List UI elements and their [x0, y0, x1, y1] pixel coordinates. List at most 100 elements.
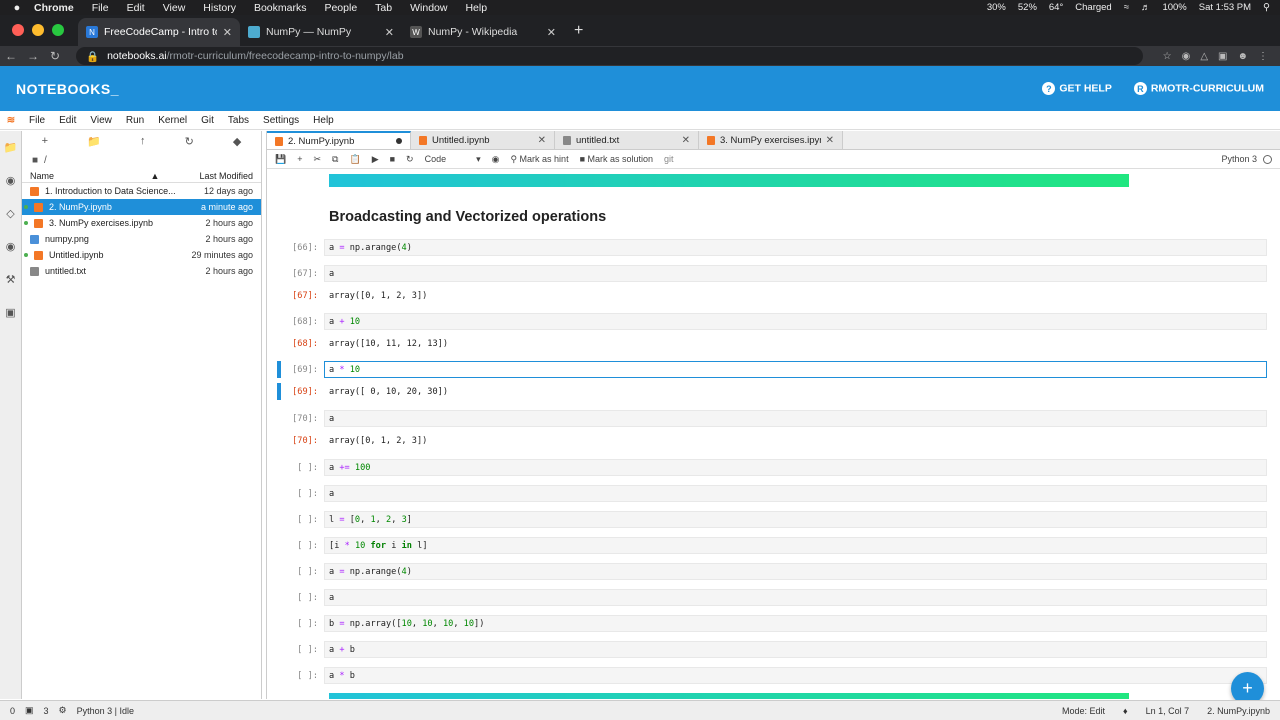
cell-editor[interactable]: a * 10	[324, 361, 1267, 378]
jlab-menu-settings[interactable]: Settings	[256, 115, 306, 126]
cell-editor[interactable]: a	[324, 410, 1267, 427]
folder-icon[interactable]: ■	[32, 155, 38, 166]
wrench-icon[interactable]: ⚒	[6, 273, 16, 286]
sort-caret-icon[interactable]: ▲	[151, 171, 160, 181]
document-tab[interactable]: untitled.txt ✕	[555, 131, 699, 149]
menubar-item-window[interactable]: Window	[410, 2, 447, 14]
menubar-item-view[interactable]: View	[163, 2, 186, 14]
code-cell[interactable]: [ ]: a + b	[277, 641, 1267, 658]
restart-icon[interactable]: ↻	[406, 154, 414, 165]
refresh-icon[interactable]: ↻	[185, 135, 194, 148]
cell-editor[interactable]: l = [0, 1, 2, 3]	[324, 511, 1267, 528]
status-zero[interactable]: 0	[10, 706, 15, 716]
browser-tab[interactable]: NumPy — NumPy ✕	[240, 18, 402, 46]
chrome-menu-icon[interactable]: ⋮	[1258, 51, 1268, 62]
menubar-item-bookmarks[interactable]: Bookmarks	[254, 2, 307, 14]
file-list-item[interactable]: 2. NumPy.ipynb a minute ago	[22, 199, 261, 215]
zoom-window-button[interactable]	[52, 24, 64, 36]
back-icon[interactable]: ←	[0, 49, 22, 63]
cell-editor[interactable]: b = np.array([10, 10, 10, 10])	[324, 615, 1267, 632]
reload-icon[interactable]: ↻	[44, 49, 66, 63]
upload-icon[interactable]: ↑	[140, 135, 146, 147]
breadcrumb-path[interactable]: /	[44, 155, 47, 166]
code-cell[interactable]: [ ]: [i * 10 for i in l]	[277, 537, 1267, 554]
extension-icon[interactable]: ▣	[1218, 51, 1227, 62]
code-cell[interactable]: [ ]: a = np.arange(4)	[277, 563, 1267, 580]
menubar-item-history[interactable]: History	[203, 2, 236, 14]
terminal-icon[interactable]: ▣	[25, 705, 34, 716]
document-tab[interactable]: Untitled.ipynb ✕	[411, 131, 555, 149]
code-cell[interactable]: [ ]: a	[277, 485, 1267, 502]
tabs-icon[interactable]: ▣	[5, 306, 15, 319]
code-cell[interactable]: [68]: a + 10	[277, 313, 1267, 330]
unsaved-indicator-icon[interactable]	[396, 138, 402, 144]
wifi-icon[interactable]: ≈	[1124, 2, 1129, 13]
cursor-position[interactable]: Ln 1, Col 7	[1146, 706, 1190, 716]
code-cell[interactable]: [67]: a	[277, 265, 1267, 282]
code-cell[interactable]: [66]: a = np.arange(4)	[277, 239, 1267, 256]
jlab-menu-git[interactable]: Git	[194, 115, 221, 126]
git-button[interactable]: git	[664, 154, 674, 164]
cell-type-select[interactable]: Code ▾	[425, 154, 481, 165]
file-list-item[interactable]: 3. NumPy exercises.ipynb 2 hours ago	[22, 215, 261, 231]
file-list-item[interactable]: 1. Introduction to Data Science... 12 day…	[22, 183, 261, 199]
code-cell[interactable]: [ ]: b = np.array([10, 10, 10, 10])	[277, 615, 1267, 632]
code-cell[interactable]: [ ]: a	[277, 589, 1267, 606]
code-cell[interactable]: [ ]: l = [0, 1, 2, 3]	[277, 511, 1267, 528]
cut-icon[interactable]: ✂	[313, 154, 321, 165]
shield-icon[interactable]: ♦	[1123, 706, 1128, 716]
file-list-item[interactable]: untitled.txt 2 hours ago	[22, 263, 261, 279]
clock[interactable]: Sat 1:53 PM	[1199, 2, 1251, 13]
close-tab-icon[interactable]: ✕	[538, 135, 546, 146]
paste-icon[interactable]: 📋	[349, 154, 360, 165]
code-cell[interactable]: [70]: a	[277, 410, 1267, 427]
code-cell[interactable]: [ ]: a += 100	[277, 459, 1267, 476]
cell-editor[interactable]: a	[324, 265, 1267, 282]
jlab-menu-tabs[interactable]: Tabs	[221, 115, 256, 126]
minimize-window-button[interactable]	[32, 24, 44, 36]
column-header-modified[interactable]: Last Modified	[199, 171, 253, 181]
new-launcher-icon[interactable]: +	[42, 135, 48, 147]
jlab-menu-edit[interactable]: Edit	[52, 115, 83, 126]
close-tab-icon[interactable]: ✕	[547, 26, 556, 39]
running-icon[interactable]: ◉	[6, 174, 16, 187]
forward-icon[interactable]: →	[22, 49, 44, 63]
spotlight-icon[interactable]: ⚲	[1263, 2, 1270, 13]
kernel-status[interactable]: Python 3 | Idle	[77, 706, 134, 716]
battery-pct[interactable]: 100%	[1162, 2, 1186, 13]
extension-icon[interactable]: ◉	[1182, 51, 1191, 62]
cell-editor[interactable]: [i * 10 for i in l]	[324, 537, 1267, 554]
address-bar[interactable]: 🔒 notebooks.ai/rmotr-curriculum/freecode…	[76, 47, 1143, 65]
code-cell[interactable]: [ ]: a * b	[277, 667, 1267, 684]
jlab-menu-view[interactable]: View	[83, 115, 119, 126]
debug-icon[interactable]: ◉	[492, 154, 500, 165]
document-tab[interactable]: 2. NumPy.ipynb	[267, 131, 411, 149]
terminal-count[interactable]: 3	[44, 706, 49, 716]
bookmark-star-icon[interactable]: ☆	[1163, 51, 1172, 62]
column-header-name[interactable]: Name	[30, 171, 151, 181]
cell-editor[interactable]: a += 100	[324, 459, 1267, 476]
menubar-item-people[interactable]: People	[324, 2, 357, 14]
browser-tab[interactable]: N FreeCodeCamp - Intro to NumPy ✕	[78, 18, 240, 46]
close-tab-icon[interactable]: ✕	[682, 135, 690, 146]
git-clone-icon[interactable]: ◆	[233, 135, 241, 148]
menubar-item-edit[interactable]: Edit	[127, 2, 145, 14]
code-cell[interactable]: [69]: a * 10	[277, 361, 1267, 378]
save-icon[interactable]: 💾	[275, 154, 286, 165]
mark-as-solution-button[interactable]: ■ Mark as solution	[580, 154, 653, 164]
new-folder-icon[interactable]: 📁	[87, 135, 101, 148]
copy-icon[interactable]: ⧉	[332, 154, 338, 165]
cell-editor[interactable]: a + 10	[324, 313, 1267, 330]
apple-icon[interactable]: ●	[0, 2, 34, 14]
document-tab[interactable]: 3. NumPy exercises.ipynb ✕	[699, 131, 843, 149]
insert-cell-icon[interactable]: +	[297, 154, 302, 164]
account-menu[interactable]: R RMOTR-CURRICULUM	[1133, 82, 1264, 95]
battery-state[interactable]: Charged	[1075, 2, 1111, 13]
cell-editor[interactable]: a * b	[324, 667, 1267, 684]
menubar-item-tab[interactable]: Tab	[375, 2, 392, 14]
close-tab-icon[interactable]: ✕	[223, 26, 232, 39]
menubar-item-file[interactable]: File	[92, 2, 109, 14]
cell-editor[interactable]: a	[324, 589, 1267, 606]
menubar-item-help[interactable]: Help	[465, 2, 487, 14]
kernel-indicator[interactable]: Python 3	[1221, 154, 1272, 164]
